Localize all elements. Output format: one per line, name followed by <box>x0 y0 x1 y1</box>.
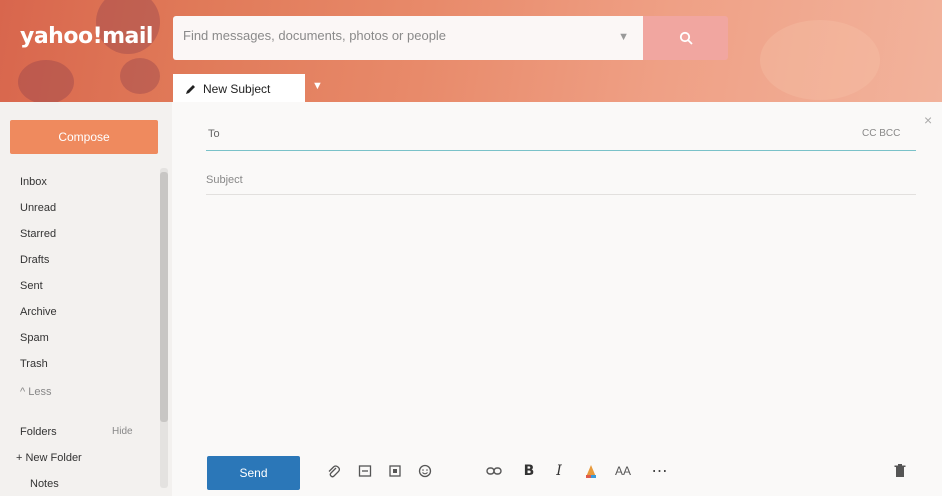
tab-new-subject[interactable]: New Subject <box>173 74 305 104</box>
tab-label: New Subject <box>203 82 271 96</box>
header-decoration <box>18 60 74 102</box>
more-icon[interactable]: ⋯ <box>648 460 672 482</box>
sidebar-item-unread[interactable]: Unread <box>20 202 56 214</box>
sidebar-new-folder[interactable]: + New Folder <box>16 452 82 464</box>
pencil-icon <box>186 85 195 94</box>
close-icon[interactable]: × <box>924 112 932 128</box>
search-box: ▼ <box>173 16 643 60</box>
sticker-icon[interactable] <box>384 460 406 482</box>
bold-icon[interactable]: B <box>518 460 540 482</box>
sidebar-folders-heading: Folders <box>20 426 57 438</box>
sidebar-item-starred[interactable]: Starred <box>20 228 56 240</box>
italic-icon[interactable]: I <box>548 460 570 482</box>
search-button[interactable] <box>643 16 728 60</box>
send-button[interactable]: Send <box>207 456 300 490</box>
sidebar-less-toggle[interactable]: ^ Less <box>20 386 51 398</box>
header: yahoo!mail ▼ <box>0 0 942 102</box>
compose-area: ​ × To CC BCC <box>172 102 942 496</box>
font-size-icon[interactable]: AA <box>612 460 634 482</box>
sidebar-folders-hide[interactable]: Hide <box>112 426 133 437</box>
subject-field-underline <box>206 194 916 195</box>
to-field-underline <box>206 150 916 151</box>
attach-icon[interactable] <box>322 460 344 482</box>
to-label[interactable]: To <box>208 128 220 140</box>
insert-file-icon[interactable] <box>354 460 376 482</box>
tab-options-chevron-icon[interactable]: ▼ <box>312 80 323 92</box>
cc-bcc-toggle[interactable]: CC BCC <box>862 128 900 139</box>
link-icon[interactable] <box>482 460 506 482</box>
sidebar: Compose Inbox Unread Starred Drafts Sent… <box>0 102 172 496</box>
sidebar-item-spam[interactable]: Spam <box>20 332 49 344</box>
header-decoration <box>120 58 160 94</box>
sidebar-item-sent[interactable]: Sent <box>20 280 43 292</box>
search-options-chevron-icon[interactable]: ▼ <box>618 31 629 43</box>
yahoo-mail-logo[interactable]: yahoo!mail <box>20 24 153 49</box>
sidebar-item-notes[interactable]: Notes <box>30 478 59 490</box>
sidebar-item-inbox[interactable]: Inbox <box>20 176 47 188</box>
header-decoration <box>760 20 880 100</box>
subject-field[interactable] <box>206 174 606 186</box>
sidebar-item-drafts[interactable]: Drafts <box>20 254 49 266</box>
search-input[interactable] <box>183 28 603 43</box>
compose-button[interactable]: Compose <box>10 120 158 154</box>
sidebar-item-trash[interactable]: Trash <box>20 358 48 370</box>
text-color-icon[interactable] <box>580 460 602 482</box>
delete-icon[interactable] <box>890 460 910 482</box>
sidebar-item-archive[interactable]: Archive <box>20 306 57 318</box>
search-icon <box>679 31 693 45</box>
sidebar-scrollbar-thumb[interactable] <box>160 172 168 422</box>
emoji-icon[interactable] <box>414 460 436 482</box>
